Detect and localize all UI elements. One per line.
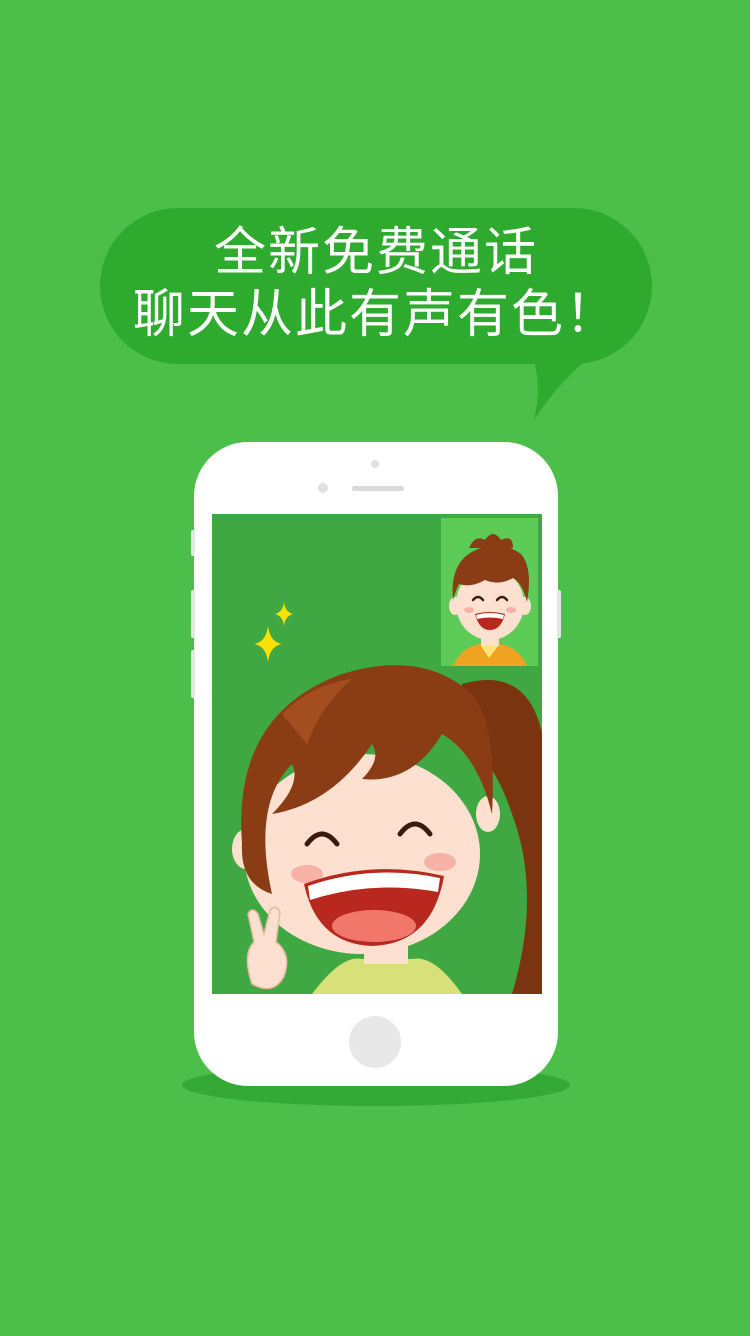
volume-up-button bbox=[191, 590, 195, 638]
boy-video-feed bbox=[449, 534, 531, 666]
self-view-pip bbox=[441, 518, 538, 666]
home-button bbox=[349, 1016, 401, 1068]
smartphone-illustration bbox=[191, 442, 561, 1086]
promo-text: 全新免费通话 聊天从此有声有色！ bbox=[100, 222, 652, 346]
earpiece-speaker bbox=[352, 486, 404, 491]
promo-line-2: 聊天从此有声有色！ bbox=[132, 285, 619, 345]
sparkle-icon bbox=[254, 602, 293, 662]
promo-line-1: 全新免费通话 bbox=[213, 223, 538, 283]
mute-switch bbox=[191, 530, 195, 556]
power-button bbox=[557, 590, 561, 638]
proximity-sensor bbox=[371, 460, 379, 468]
front-camera bbox=[318, 483, 328, 493]
video-call-screen bbox=[212, 514, 542, 994]
volume-down-button bbox=[191, 650, 195, 698]
